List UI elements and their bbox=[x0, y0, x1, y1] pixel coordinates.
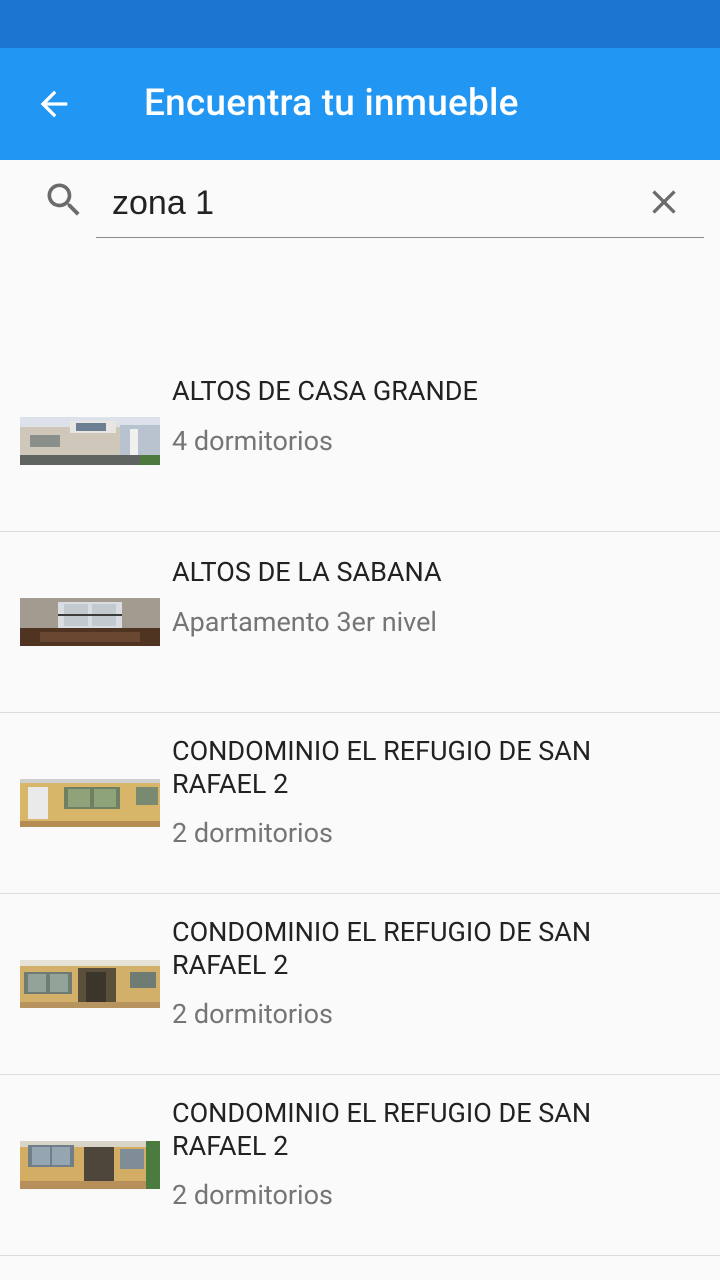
list-item[interactable]: ALTOS DE CASA GRANDE 4 dormitorios bbox=[0, 351, 720, 532]
listing-thumbnail bbox=[20, 1141, 160, 1189]
listing-list: ALTOS DE CASA GRANDE 4 dormitorios ALTOS… bbox=[0, 351, 720, 1256]
listing-title: ALTOS DE LA SABANA bbox=[172, 556, 442, 588]
back-button[interactable] bbox=[22, 72, 86, 136]
search-bar bbox=[0, 160, 720, 250]
list-item[interactable]: CONDOMINIO EL REFUGIO DE SAN RAFAEL 2 2 … bbox=[0, 894, 720, 1075]
listing-subtitle: 2 dormitorios bbox=[172, 998, 333, 1030]
listing-title: CONDOMINIO EL REFUGIO DE SAN RAFAEL 2 bbox=[172, 735, 592, 800]
listing-title: CONDOMINIO EL REFUGIO DE SAN RAFAEL 2 bbox=[172, 1097, 592, 1162]
page-title: Encuentra tu inmueble bbox=[144, 82, 519, 125]
listing-thumbnail bbox=[20, 960, 160, 1008]
close-icon bbox=[652, 190, 676, 214]
listing-thumbnail bbox=[20, 598, 160, 646]
listing-subtitle: 2 dormitorios bbox=[172, 817, 333, 849]
search-icon bbox=[42, 178, 86, 226]
list-item[interactable]: CONDOMINIO EL REFUGIO DE SAN RAFAEL 2 2 … bbox=[0, 1075, 720, 1256]
list-item[interactable]: ALTOS DE LA SABANA Apartamento 3er nivel bbox=[0, 532, 720, 713]
listing-subtitle: 2 dormitorios bbox=[172, 1179, 333, 1211]
arrow-back-icon bbox=[40, 90, 68, 118]
listing-title: CONDOMINIO EL REFUGIO DE SAN RAFAEL 2 bbox=[172, 916, 592, 981]
search-input[interactable] bbox=[96, 170, 704, 238]
clear-search-button[interactable] bbox=[636, 174, 692, 230]
listing-subtitle: Apartamento 3er nivel bbox=[172, 606, 437, 638]
app-bar: Encuentra tu inmueble bbox=[0, 48, 720, 160]
listing-subtitle: 4 dormitorios bbox=[172, 425, 333, 457]
list-item[interactable]: CONDOMINIO EL REFUGIO DE SAN RAFAEL 2 2 … bbox=[0, 713, 720, 894]
listing-title: ALTOS DE CASA GRANDE bbox=[172, 375, 478, 407]
status-bar bbox=[0, 0, 720, 48]
listing-thumbnail bbox=[20, 779, 160, 827]
listing-thumbnail bbox=[20, 417, 160, 465]
